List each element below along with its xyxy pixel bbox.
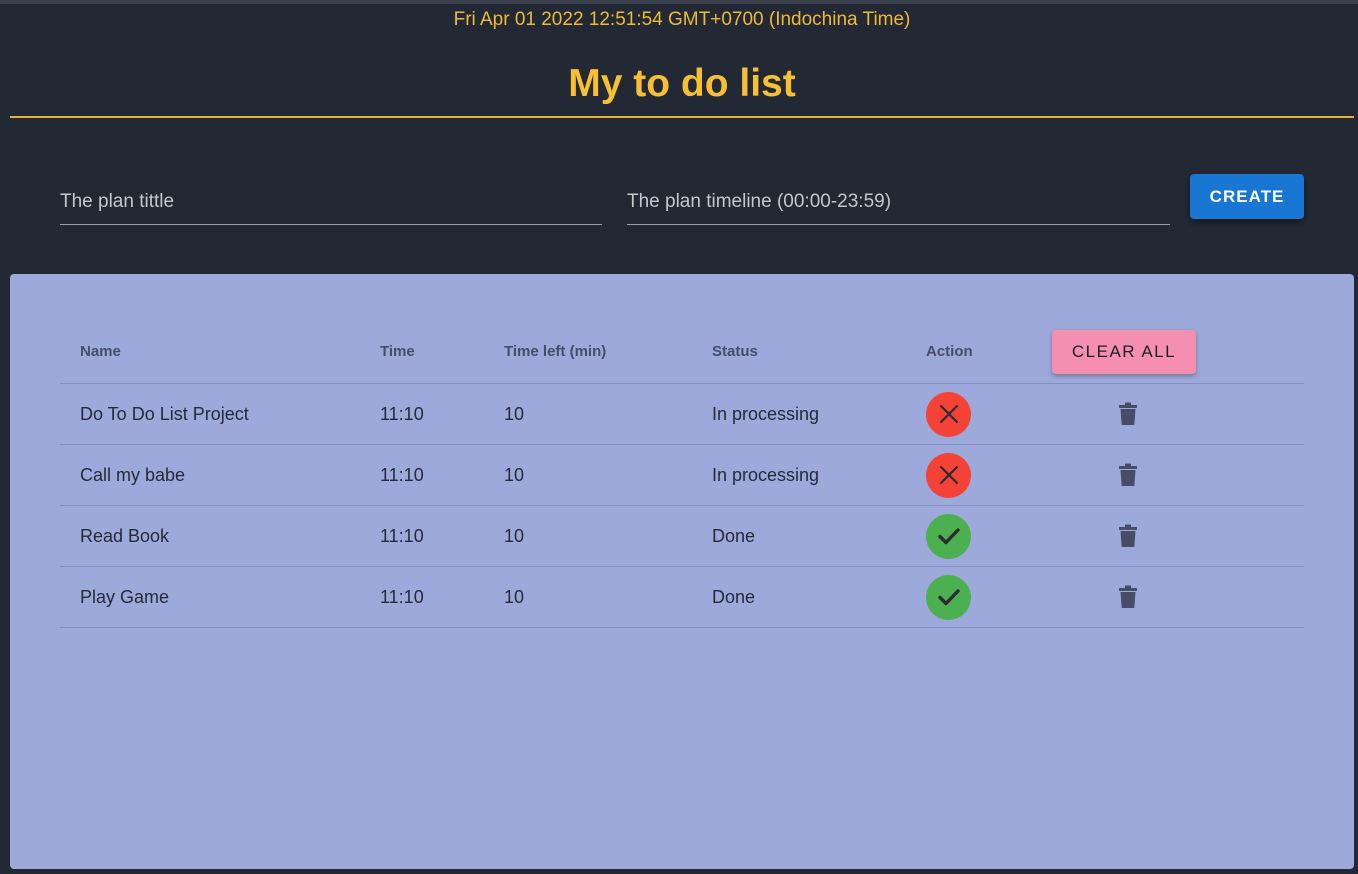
task-action bbox=[926, 445, 971, 505]
task-name: Call my babe bbox=[80, 464, 186, 485]
task-time: 11:10 bbox=[380, 586, 424, 607]
column-header-time-left: Time left (min) bbox=[504, 343, 607, 360]
task-action bbox=[926, 506, 971, 566]
task-time: 11:10 bbox=[380, 464, 424, 485]
toggle-status-button[interactable] bbox=[926, 574, 971, 620]
task-name: Do To Do List Project bbox=[80, 403, 249, 424]
task-delete bbox=[1114, 506, 1142, 566]
task-delete bbox=[1114, 384, 1142, 444]
task-time-left: 10 bbox=[504, 403, 525, 424]
table-row: Do To Do List Project 11:10 10 In proces… bbox=[60, 384, 1304, 445]
task-status: Done bbox=[712, 586, 756, 607]
close-icon bbox=[939, 465, 958, 485]
table-row: Play Game 11:10 10 Done bbox=[60, 567, 1304, 628]
table-row: Read Book 11:10 10 Done bbox=[60, 506, 1304, 567]
clear-all-button[interactable]: CLEAR ALL bbox=[1052, 330, 1196, 374]
task-delete bbox=[1114, 445, 1142, 505]
trash-icon bbox=[1119, 463, 1137, 486]
toggle-status-button[interactable] bbox=[926, 513, 971, 559]
delete-button[interactable] bbox=[1114, 400, 1142, 428]
task-name: Play Game bbox=[80, 586, 170, 607]
trash-icon bbox=[1119, 402, 1137, 425]
task-status: In processing bbox=[712, 403, 820, 424]
task-time-left: 10 bbox=[504, 525, 525, 546]
trash-icon bbox=[1119, 524, 1137, 547]
plan-timeline-field bbox=[627, 182, 1170, 225]
task-status: In processing bbox=[712, 464, 820, 485]
task-time-left: 10 bbox=[504, 464, 525, 485]
plan-title-input[interactable] bbox=[60, 182, 602, 222]
task-action bbox=[926, 384, 971, 444]
task-time-left: 10 bbox=[504, 586, 525, 607]
column-header-action: Action bbox=[926, 343, 973, 360]
task-time: 11:10 bbox=[380, 525, 424, 546]
delete-button[interactable] bbox=[1114, 522, 1142, 550]
current-datetime: Fri Apr 01 2022 12:51:54 GMT+0700 (Indoc… bbox=[453, 9, 911, 30]
task-action bbox=[926, 567, 971, 627]
column-header-time: Time bbox=[380, 343, 415, 360]
trash-icon bbox=[1119, 585, 1137, 608]
plan-title-field bbox=[60, 182, 602, 225]
close-icon bbox=[939, 404, 958, 424]
table-row: Call my babe 11:10 10 In processing bbox=[60, 445, 1304, 506]
title-divider bbox=[10, 116, 1354, 118]
check-icon bbox=[937, 589, 960, 606]
todo-panel: Name Time Time left (min) Status Action … bbox=[10, 274, 1354, 869]
table-header-row: Name Time Time left (min) Status Action … bbox=[60, 320, 1304, 384]
delete-button[interactable] bbox=[1114, 583, 1142, 611]
column-header-status: Status bbox=[712, 343, 758, 360]
create-button[interactable]: CREATE bbox=[1190, 174, 1304, 219]
todo-table: Name Time Time left (min) Status Action … bbox=[60, 320, 1304, 628]
check-icon bbox=[937, 528, 960, 545]
task-time: 11:10 bbox=[380, 403, 424, 424]
task-status: Done bbox=[712, 525, 756, 546]
task-delete bbox=[1114, 567, 1142, 627]
plan-timeline-input[interactable] bbox=[627, 182, 1170, 222]
delete-button[interactable] bbox=[1114, 461, 1142, 489]
window-top-border bbox=[0, 0, 1358, 4]
toggle-status-button[interactable] bbox=[926, 452, 971, 498]
column-header-name: Name bbox=[80, 343, 121, 360]
page-title: My to do list bbox=[568, 62, 796, 105]
toggle-status-button[interactable] bbox=[926, 391, 971, 437]
task-name: Read Book bbox=[80, 525, 170, 546]
